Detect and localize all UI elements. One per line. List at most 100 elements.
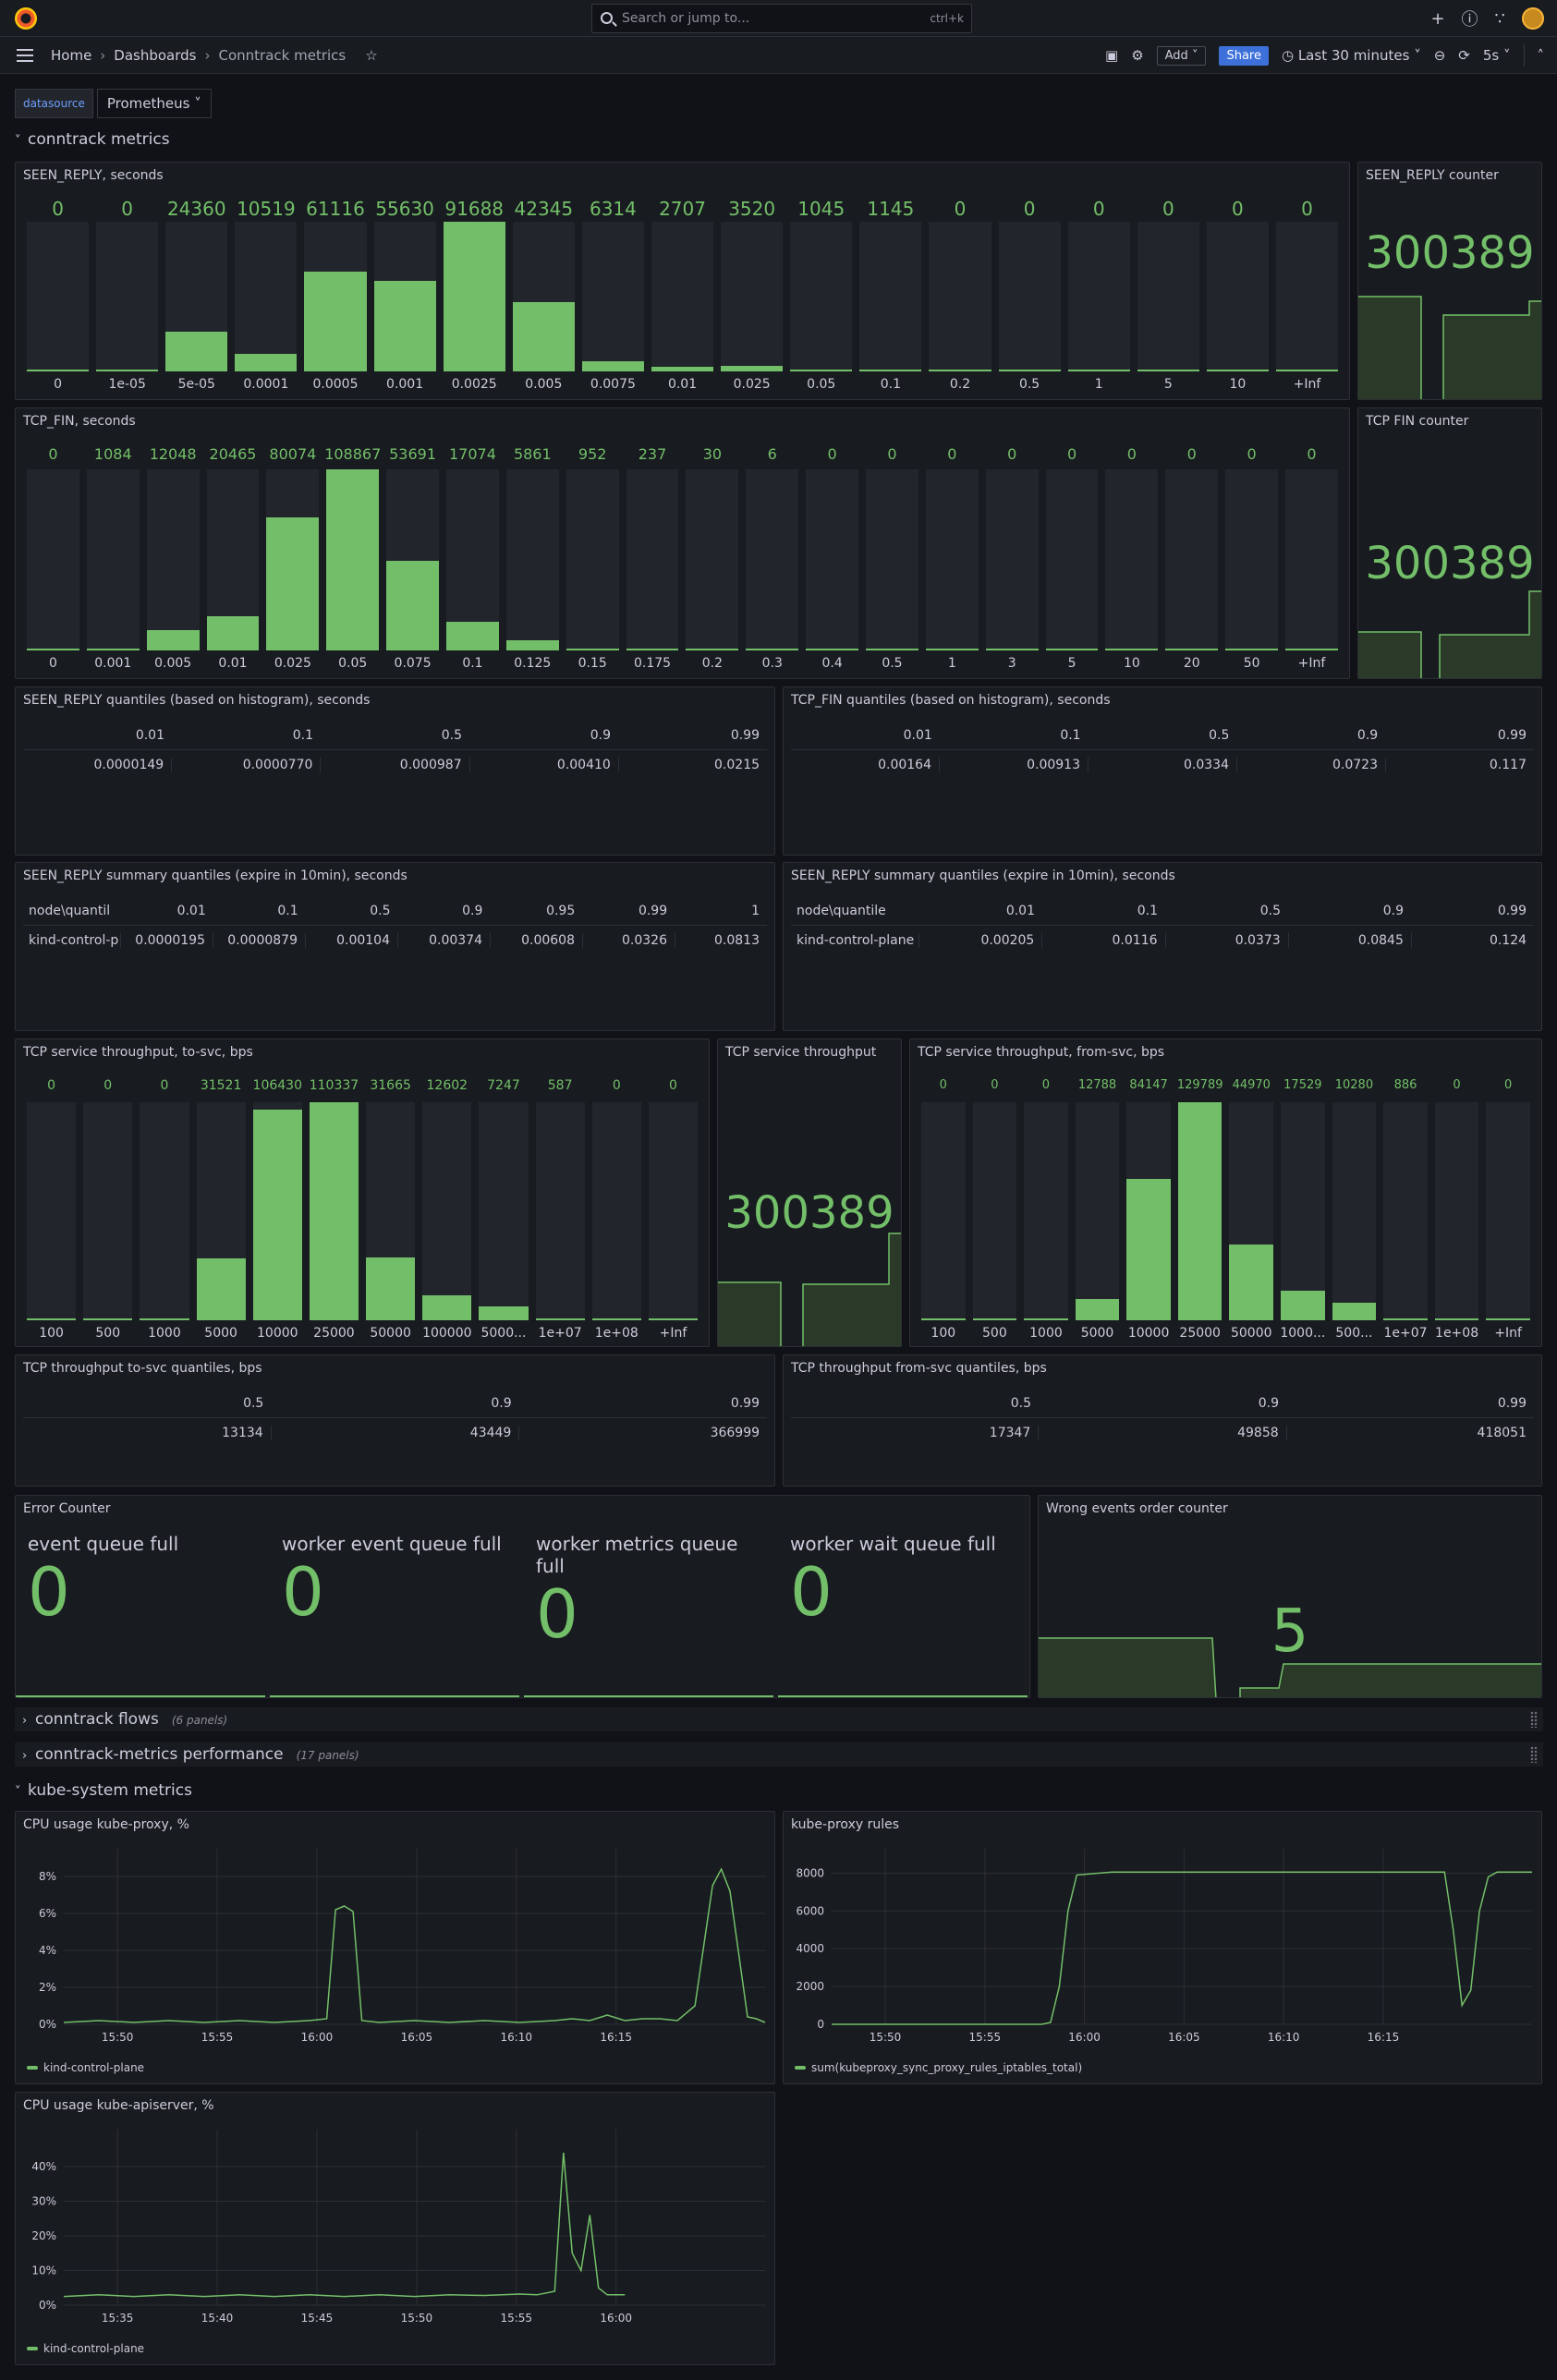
save-icon[interactable]: ▣ (1105, 47, 1118, 64)
bar[interactable] (146, 630, 200, 650)
panel-title: TCP_FIN quantiles (based on histogram), … (791, 693, 1111, 708)
bar[interactable] (721, 365, 784, 371)
bar[interactable] (1045, 649, 1099, 650)
bar[interactable] (921, 1318, 966, 1320)
legend-item[interactable]: kind-control-plane (27, 2061, 144, 2074)
grafana-logo-icon[interactable] (15, 7, 37, 30)
bar[interactable] (790, 370, 853, 371)
menu-icon[interactable] (17, 49, 33, 62)
bar[interactable] (1225, 649, 1279, 650)
row-conntrack-flows[interactable]: › conntrack flows (6 panels) (15, 1707, 1543, 1731)
bar[interactable] (1137, 370, 1199, 371)
chevron-up-icon[interactable]: ˄ (1538, 47, 1545, 64)
bar-value: 2707 (659, 198, 706, 220)
bar[interactable] (326, 469, 380, 650)
bar[interactable] (27, 1318, 77, 1320)
bar[interactable] (985, 649, 1039, 650)
drag-handle-icon[interactable] (1530, 1711, 1538, 1728)
bar[interactable] (83, 1318, 133, 1320)
add-new-button[interactable]: + (1430, 9, 1444, 29)
bar[interactable] (998, 370, 1061, 371)
time-range-picker[interactable]: ◷ Last 30 minutes ˅ (1282, 47, 1421, 64)
bar[interactable] (479, 1305, 529, 1320)
star-icon[interactable]: ☆ (365, 47, 377, 64)
search-input[interactable]: Search or jump to... ctrl+k (591, 4, 972, 33)
bar[interactable] (266, 516, 320, 650)
legend-item[interactable]: kind-control-plane (27, 2342, 144, 2355)
bar[interactable] (366, 1257, 416, 1320)
refresh-interval-picker[interactable]: 5s ˅ (1483, 47, 1511, 64)
bar[interactable] (443, 222, 505, 371)
bar[interactable] (746, 649, 799, 650)
bar[interactable] (196, 1257, 246, 1320)
bar[interactable] (422, 1295, 472, 1320)
bar[interactable] (566, 649, 619, 650)
bar[interactable] (925, 649, 979, 650)
bar[interactable] (1177, 1102, 1222, 1320)
bar[interactable] (1024, 1318, 1068, 1320)
bar[interactable] (806, 649, 859, 650)
bar[interactable] (1383, 1318, 1428, 1320)
bar[interactable] (1165, 649, 1219, 650)
bar[interactable] (505, 640, 559, 650)
bar[interactable] (512, 302, 575, 371)
bar[interactable] (1229, 1245, 1274, 1320)
bar[interactable] (859, 369, 922, 371)
legend-item[interactable]: sum(kubeproxy_sync_proxy_rules_iptables_… (795, 2061, 1082, 2074)
bar[interactable] (96, 370, 159, 371)
zoom-out-icon[interactable]: ⊖ (1434, 47, 1446, 64)
drag-handle-icon[interactable] (1530, 1746, 1538, 1763)
row-conntrack-metrics[interactable]: ˅ conntrack metrics (15, 128, 170, 151)
bar-column: 0 500 (972, 1078, 1017, 1341)
row-kube-system-metrics[interactable]: ˅ kube-system metrics (15, 1779, 192, 1802)
bar[interactable] (648, 1318, 699, 1320)
bar[interactable] (27, 370, 90, 371)
bar[interactable] (309, 1102, 359, 1320)
bar[interactable] (304, 272, 367, 371)
breadcrumb-dashboards[interactable]: Dashboards (114, 47, 196, 64)
bar[interactable] (591, 1318, 641, 1320)
help-icon[interactable]: ⓘ (1462, 6, 1478, 30)
bar[interactable] (581, 360, 644, 371)
bar[interactable] (1281, 1291, 1325, 1320)
bar[interactable] (1486, 1318, 1530, 1320)
time-series-chart: 0% 2% 4% 6% 8% 15:50 15:55 16:00 16:05 16:10 16:15 (39, 1849, 766, 2044)
datasource-select[interactable]: Prometheus ˅ (96, 89, 212, 118)
bar[interactable] (972, 1318, 1017, 1320)
bar[interactable] (235, 354, 298, 371)
bar[interactable] (165, 331, 228, 371)
bar[interactable] (140, 1318, 189, 1320)
bar[interactable] (252, 1110, 302, 1320)
gear-icon[interactable]: ⚙ (1131, 47, 1143, 64)
bar[interactable] (446, 622, 499, 650)
bar[interactable] (373, 280, 436, 371)
bar[interactable] (86, 649, 140, 650)
bar[interactable] (866, 649, 918, 650)
avatar[interactable] (1522, 7, 1544, 30)
bar[interactable] (651, 367, 714, 371)
bar[interactable] (206, 616, 260, 650)
refresh-icon[interactable]: ⟳ (1458, 47, 1470, 64)
bar[interactable] (1434, 1318, 1479, 1320)
bar[interactable] (1285, 649, 1338, 650)
bar[interactable] (626, 649, 679, 650)
bar[interactable] (27, 649, 79, 650)
breadcrumb-home[interactable]: Home (51, 47, 91, 64)
bar[interactable] (1075, 1298, 1120, 1320)
table-header-cell: 0.9 (590, 727, 611, 743)
bar[interactable] (929, 370, 991, 371)
bar[interactable] (1126, 1179, 1171, 1320)
bar[interactable] (386, 561, 440, 650)
bar[interactable] (1067, 370, 1130, 371)
add-button[interactable]: Add ˅ (1156, 45, 1207, 66)
row-conntrack-performance[interactable]: › conntrack-metrics performance (17 panels… (15, 1742, 1543, 1767)
bar[interactable] (1275, 370, 1339, 371)
bar[interactable] (535, 1318, 585, 1320)
bar[interactable] (1206, 370, 1269, 371)
x-tick-label: 15:45 (301, 2312, 334, 2325)
bar[interactable] (1105, 649, 1159, 650)
bar[interactable] (686, 649, 739, 650)
news-icon[interactable]: ∵ (1495, 9, 1505, 29)
bar[interactable] (1332, 1303, 1377, 1320)
share-button[interactable]: Share (1219, 45, 1269, 66)
